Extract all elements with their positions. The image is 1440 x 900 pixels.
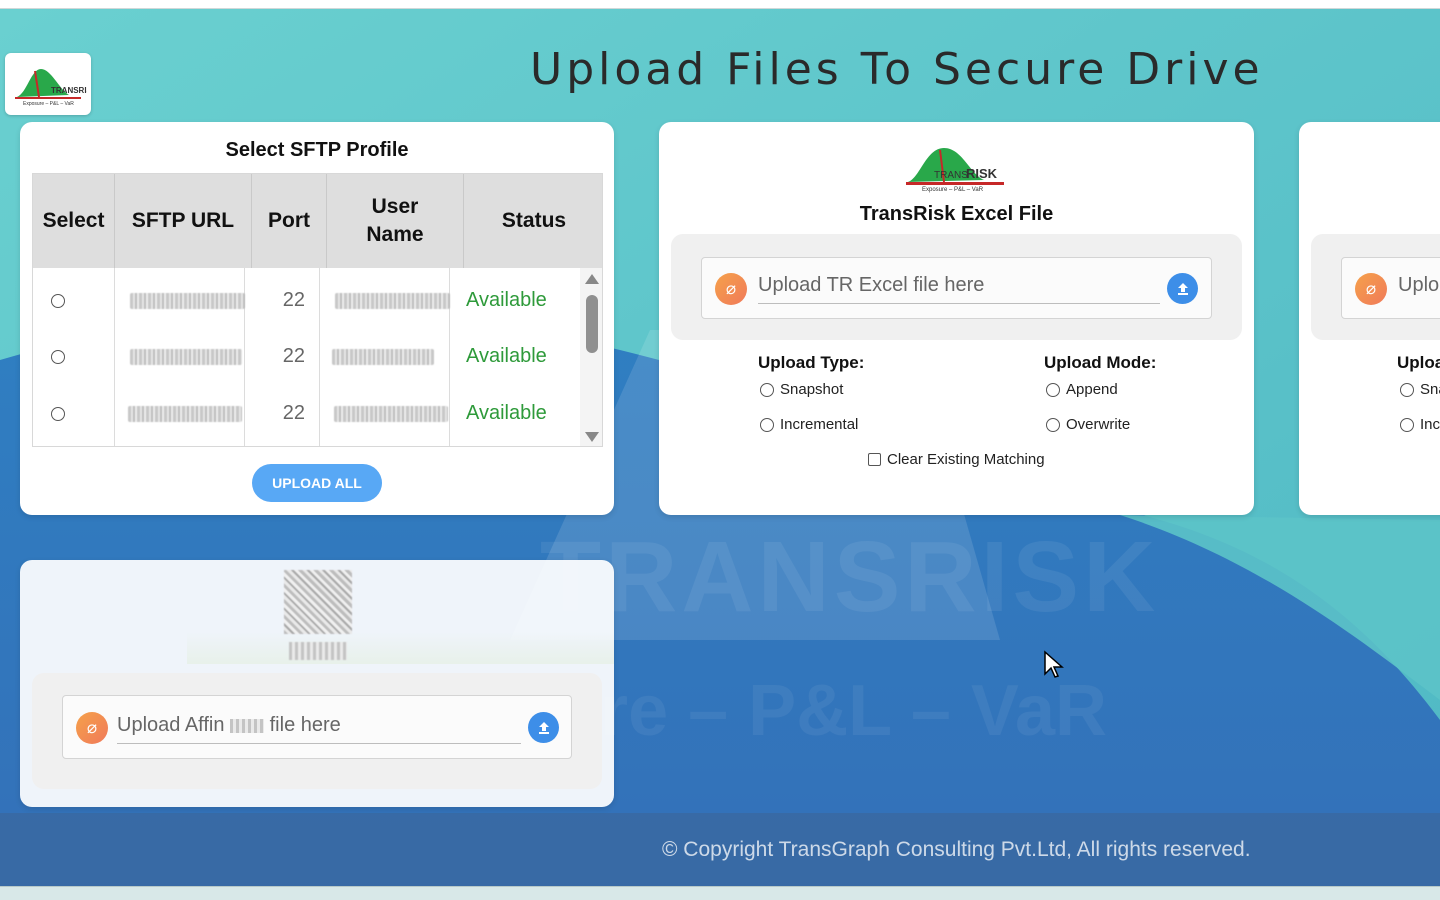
user-name-redacted <box>334 385 448 442</box>
bottom-bar <box>0 886 1440 900</box>
transrisk-excel-card: TRANS RISK Exposure – P&L – VaR TransRis… <box>659 122 1254 515</box>
paperclip-icon[interactable]: ⌀ <box>76 712 108 744</box>
third-upload-type-label: Uploa <box>1397 353 1440 372</box>
svg-text:Exposure – P&L – VaR: Exposure – P&L – VaR <box>922 187 984 193</box>
table-body: 22 Available 22 Available 22 Available <box>33 268 580 446</box>
status-value: Available <box>466 345 547 367</box>
port-value: 22 <box>282 345 305 367</box>
copyright-text: © Copyright TransGraph Consulting Pvt.Lt… <box>662 838 1251 861</box>
sftp-url-redacted <box>130 272 245 329</box>
redacted-text <box>230 718 265 733</box>
third-snapshot-radio[interactable]: Sna <box>1400 381 1440 398</box>
user-name-redacted <box>332 328 434 385</box>
affin-upload-card: ⌀ Upload Affin file here <box>20 560 614 807</box>
sftp-url-redacted <box>130 328 242 385</box>
svg-text:TRANSRISK: TRANSRISK <box>51 86 87 95</box>
svg-text:TRANS: TRANS <box>934 170 968 181</box>
paperclip-icon[interactable]: ⌀ <box>1355 273 1387 305</box>
row-select-radio[interactable] <box>51 272 65 329</box>
mouse-cursor-icon <box>1043 650 1065 685</box>
transrisk-card-title: TransRisk Excel File <box>859 203 1054 225</box>
column-header-status: Status <box>501 209 567 232</box>
transrisk-logo: TRANSRISK Exposure – P&L – VaR <box>5 53 91 115</box>
table-header: Select SFTP URL Port User Name Status <box>33 174 602 268</box>
page-title: Upload Files To Secure Drive <box>530 44 1264 95</box>
scrollbar-thumb[interactable] <box>586 295 598 353</box>
incremental-radio[interactable]: Incremental <box>760 416 858 433</box>
paperclip-icon[interactable]: ⌀ <box>715 273 747 305</box>
status-value: Available <box>466 402 547 424</box>
upload-icon[interactable] <box>528 712 559 743</box>
sftp-profile-card: Select SFTP Profile Select SFTP URL Port… <box>20 122 614 515</box>
third-file-field[interactable]: ⌀ Uplo <box>1341 257 1440 319</box>
scroll-down-arrow-icon[interactable] <box>585 432 599 442</box>
port-value: 22 <box>282 402 305 424</box>
tr-upload-panel: ⌀ Upload TR Excel file here <box>671 234 1242 340</box>
row-select-radio[interactable] <box>51 385 65 442</box>
column-header-port: Port <box>252 174 327 268</box>
upload-type-label: Upload Type: <box>758 353 865 372</box>
column-header-sftp-url: SFTP URL <box>115 174 252 268</box>
tr-file-placeholder[interactable]: Upload TR Excel file here <box>758 270 1160 304</box>
table-row[interactable]: 22 Available <box>33 385 580 442</box>
top-strip <box>0 0 1440 9</box>
affin-upload-panel: ⌀ Upload Affin file here <box>32 673 602 789</box>
upload-icon[interactable] <box>1167 273 1198 304</box>
sftp-card-title: Select SFTP Profile <box>225 139 409 161</box>
tr-file-field[interactable]: ⌀ Upload TR Excel file here <box>701 257 1212 319</box>
status-value: Available <box>466 289 547 311</box>
third-upload-card: ⌀ Uplo Uploa Sna Inc <box>1299 122 1440 515</box>
affin-logo-redacted <box>284 570 352 664</box>
third-incremental-radio[interactable]: Inc <box>1400 416 1440 433</box>
user-name-redacted <box>335 272 450 329</box>
overwrite-radio[interactable]: Overwrite <box>1046 416 1130 433</box>
column-header-select: Select <box>33 174 115 268</box>
upload-all-button[interactable]: UPLOAD ALL <box>252 464 382 502</box>
upload-mode-label: Upload Mode: <box>1044 353 1157 372</box>
table-row[interactable]: 22 Available <box>33 328 580 385</box>
row-select-radio[interactable] <box>51 328 65 385</box>
column-header-user-name: User Name <box>327 174 464 268</box>
sftp-table: Select SFTP URL Port User Name Status 22… <box>32 173 603 447</box>
sftp-url-redacted <box>128 385 242 442</box>
affin-file-placeholder[interactable]: Upload Affin file here <box>117 710 521 744</box>
table-row[interactable]: 22 Available <box>33 272 580 329</box>
append-radio[interactable]: Append <box>1046 381 1118 398</box>
svg-text:RISK: RISK <box>966 166 998 181</box>
third-file-placeholder[interactable]: Uplo <box>1398 270 1440 304</box>
scroll-up-arrow-icon[interactable] <box>585 274 599 284</box>
table-scrollbar[interactable] <box>580 268 602 446</box>
snapshot-radio[interactable]: Snapshot <box>760 381 843 398</box>
transrisk-card-logo: TRANS RISK Exposure – P&L – VaR <box>904 134 1008 199</box>
third-upload-panel: ⌀ Uplo <box>1311 234 1440 340</box>
clear-existing-matching-checkbox[interactable]: Clear Existing Matching <box>868 451 1045 468</box>
port-value: 22 <box>282 289 305 311</box>
svg-text:Exposure – P&L – VaR: Exposure – P&L – VaR <box>23 101 74 107</box>
affin-file-field[interactable]: ⌀ Upload Affin file here <box>62 695 572 759</box>
